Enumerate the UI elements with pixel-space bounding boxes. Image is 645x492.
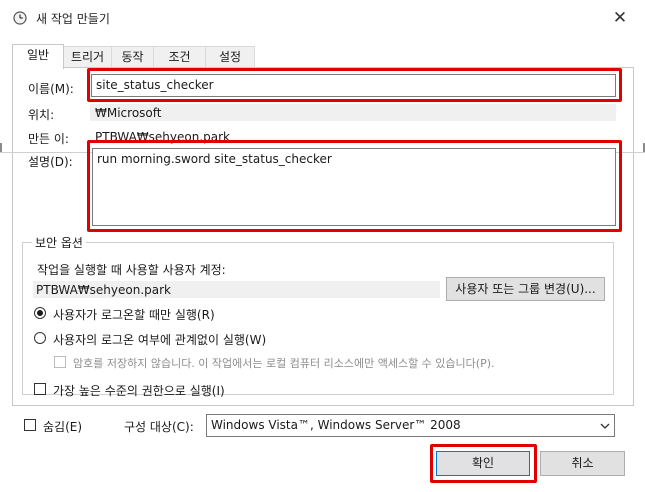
change-user-group-button[interactable]: 사용자 또는 그룹 변경(U)... bbox=[446, 277, 605, 301]
tab-actions[interactable]: 동작 bbox=[111, 46, 154, 67]
close-button[interactable]: ✕ bbox=[603, 6, 637, 30]
hidden-label[interactable]: 숨김(E) bbox=[43, 418, 82, 435]
configure-for-select[interactable]: Windows Vista™, Windows Server™ 2008 bbox=[206, 414, 615, 437]
security-options-title: 보안 옵션 bbox=[32, 234, 86, 251]
cancel-button[interactable]: 취소 bbox=[540, 451, 625, 476]
location-label: 위치: bbox=[28, 108, 55, 122]
highest-privileges-checkbox[interactable] bbox=[34, 383, 46, 395]
tab-conditions[interactable]: 조건 bbox=[153, 46, 206, 67]
chevron-down-icon bbox=[600, 423, 610, 429]
location-value: ₩Microsoft bbox=[95, 106, 162, 120]
highest-privileges-label[interactable]: 가장 높은 수준의 권한으로 실행(I) bbox=[53, 382, 225, 399]
account-value: PTBWA₩sehyeon.park bbox=[36, 283, 171, 297]
radio-run-whether-logged-on-label[interactable]: 사용자의 로그온 여부에 관계없이 실행(W) bbox=[53, 331, 266, 348]
no-password-checkbox bbox=[54, 356, 66, 368]
configure-for-label: 구성 대상(C): bbox=[124, 420, 194, 434]
name-label: 이름(M): bbox=[28, 82, 74, 96]
description-label: 설명(D): bbox=[28, 155, 73, 169]
radio-run-when-logged-on[interactable] bbox=[34, 307, 46, 319]
ok-button[interactable]: 확인 bbox=[436, 451, 530, 476]
no-password-label: 암호를 저장하지 않습니다. 이 작업에서는 로컬 컴퓨터 리소스에만 액세스할… bbox=[73, 357, 495, 370]
tab-triggers[interactable]: 트리거 bbox=[63, 46, 112, 67]
location-field bbox=[90, 104, 616, 121]
radio-run-when-logged-on-label[interactable]: 사용자가 로그온할 때만 실행(R) bbox=[53, 306, 215, 323]
tab-settings[interactable]: 설정 bbox=[205, 46, 255, 67]
separator-tick-left bbox=[0, 143, 2, 152]
configure-for-value: Windows Vista™, Windows Server™ 2008 bbox=[211, 418, 461, 432]
radio-run-whether-logged-on[interactable] bbox=[34, 332, 46, 344]
tab-general[interactable]: 일반 bbox=[12, 44, 64, 69]
author-label: 만든 이: bbox=[28, 132, 69, 146]
window-title: 새 작업 만들기 bbox=[36, 12, 110, 26]
account-prompt: 작업을 실행할 때 사용할 사용자 계정: bbox=[37, 263, 226, 277]
description-textarea[interactable]: run morning.sword site_status_checker bbox=[92, 148, 616, 226]
task-scheduler-clock-icon bbox=[13, 11, 27, 25]
name-input[interactable]: site_status_checker bbox=[91, 74, 616, 97]
radio-selected-dot bbox=[37, 310, 43, 316]
hidden-checkbox[interactable] bbox=[24, 419, 36, 431]
